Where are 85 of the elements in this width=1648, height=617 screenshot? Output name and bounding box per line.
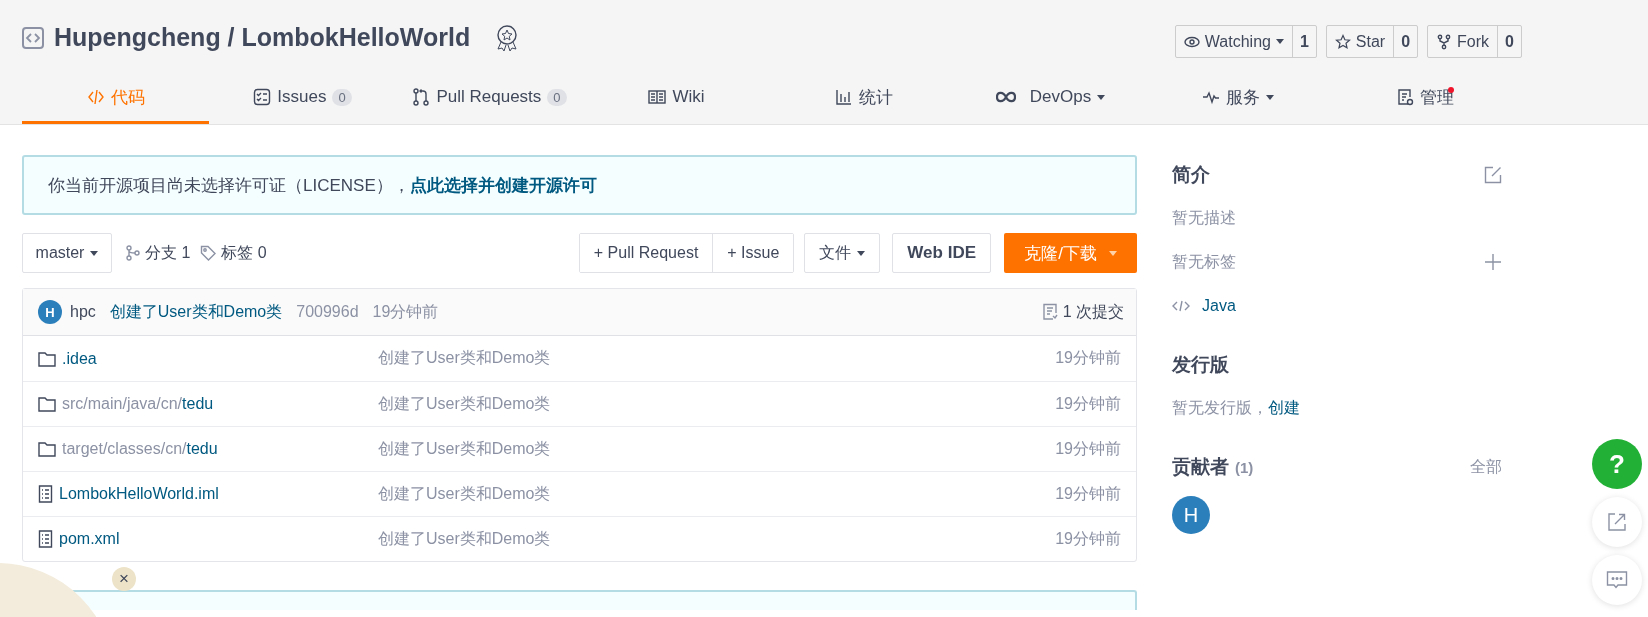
- chat-icon: [1606, 570, 1628, 590]
- nav-tab[interactable]: Pull Requests 0: [396, 75, 583, 124]
- folder-icon: [38, 350, 56, 367]
- star-icon: [1334, 33, 1351, 50]
- caret-icon: [90, 250, 99, 256]
- action-button[interactable]: Watching: [1175, 26, 1293, 57]
- commit-message[interactable]: 创建了User类和Demo类: [109, 301, 283, 323]
- license-link[interactable]: 点此选择并创建开源许可: [409, 173, 597, 197]
- nav-tab[interactable]: 统计: [770, 75, 957, 124]
- file-link[interactable]: tedu: [186, 440, 218, 457]
- section-title: 贡献者: [1172, 455, 1229, 479]
- tags-link[interactable]: 标签 0: [200, 242, 267, 264]
- branch-select[interactable]: master: [22, 233, 112, 273]
- code-icon: [1172, 299, 1190, 313]
- commit-message: 创建了User类和Demo类: [378, 484, 551, 502]
- nav-tab[interactable]: Wiki: [583, 75, 770, 124]
- file-link[interactable]: LombokHelloWorld.iml: [59, 485, 219, 502]
- count-badge: 0: [332, 88, 352, 106]
- commit-message: 创建了User类和Demo类: [378, 439, 551, 457]
- share-icon: [1607, 512, 1627, 532]
- tag-icon: [200, 245, 217, 261]
- nav-tab[interactable]: 服务: [1144, 75, 1331, 124]
- file-icon: [38, 530, 53, 548]
- code-icon: [86, 88, 105, 106]
- notice-text: 你当前开源项目尚未选择许可证（LICENSE），: [48, 174, 410, 197]
- releases-text: 暂无发行版，: [1172, 397, 1268, 418]
- folder-icon: [38, 441, 56, 457]
- file-link[interactable]: .idea: [62, 349, 97, 367]
- file-menu[interactable]: 文件: [804, 233, 881, 273]
- file-time: 19分钟前: [1055, 528, 1121, 549]
- action-button[interactable]: Star: [1326, 26, 1395, 57]
- file-link[interactable]: pom.xml: [59, 530, 120, 547]
- tags-text: 暂无标签: [1172, 251, 1236, 272]
- action-count[interactable]: 1: [1292, 26, 1316, 57]
- action-count[interactable]: 0: [1498, 26, 1521, 57]
- book-icon: [648, 88, 667, 106]
- nav-tab[interactable]: Issues 0: [209, 75, 396, 124]
- file-link[interactable]: tedu: [182, 395, 214, 412]
- caret-icon: [1108, 250, 1117, 256]
- file-path: target/classes/cn/: [62, 440, 187, 457]
- web-ide-button[interactable]: Web IDE: [892, 233, 991, 273]
- code-icon: [22, 26, 44, 49]
- file-time: 19分钟前: [1055, 348, 1121, 368]
- commit-hash: 700996d: [296, 303, 359, 321]
- file-time: 19分钟前: [1055, 483, 1121, 504]
- bar-chart-icon: [834, 88, 853, 106]
- new-button[interactable]: + Issue: [712, 234, 794, 272]
- repo-title: Hupengcheng / LombokHelloWorld: [54, 23, 471, 52]
- description-text: 暂无描述: [1172, 207, 1236, 228]
- commit-message: 创建了User类和Demo类: [378, 394, 551, 412]
- fork-icon: [1436, 33, 1453, 50]
- caret-icon: [857, 250, 866, 256]
- create-link[interactable]: 创建: [1268, 397, 1300, 419]
- file-icon: [38, 485, 53, 503]
- contributor-count: (1): [1235, 459, 1254, 476]
- section-title: 简介: [1172, 163, 1210, 187]
- edit-icon: [1484, 166, 1502, 184]
- folder-icon: [38, 396, 56, 412]
- file-time: 19分钟前: [1055, 438, 1121, 459]
- section-title: 发行版: [1172, 353, 1229, 377]
- contributor-avatar[interactable]: H: [1172, 496, 1210, 534]
- pull-request-icon: [412, 88, 431, 106]
- commit-message: 创建了User类和Demo类: [378, 349, 551, 366]
- share-button[interactable]: [1592, 497, 1642, 547]
- file-path: src/main/java/cn/: [62, 395, 183, 412]
- nav-tab[interactable]: DevOps: [957, 75, 1144, 124]
- action-button[interactable]: Fork: [1428, 26, 1499, 57]
- action-count[interactable]: 0: [1394, 26, 1418, 57]
- commits-link[interactable]: 1 次提交: [1041, 301, 1124, 323]
- commit-message: 创建了User类和Demo类: [378, 529, 551, 547]
- commit-author: hpc: [70, 303, 96, 321]
- chat-button[interactable]: [1592, 555, 1642, 605]
- checklist-icon: [253, 88, 272, 106]
- commit-time: 19分钟前: [372, 301, 439, 322]
- document-gear-icon: [1395, 88, 1414, 106]
- branch-icon: [126, 245, 140, 261]
- count-badge: 0: [547, 88, 567, 106]
- add-icon: [1484, 253, 1502, 271]
- nav-tab[interactable]: 管理: [1331, 75, 1518, 124]
- document-icon: [1041, 303, 1058, 321]
- close-button[interactable]: ×: [112, 567, 136, 591]
- file-time: 19分钟前: [1055, 393, 1121, 414]
- language-link[interactable]: Java: [1202, 297, 1236, 315]
- branches-link[interactable]: 分支 1: [126, 242, 191, 264]
- avatar: H: [38, 300, 62, 324]
